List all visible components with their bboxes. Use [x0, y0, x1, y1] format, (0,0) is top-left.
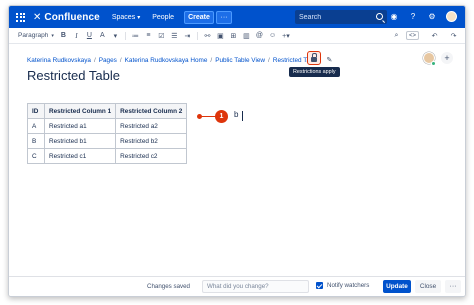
table-cell[interactable]: Restricted b2 [115, 133, 188, 149]
table-row: C Restricted c1 Restricted c2 [27, 148, 188, 164]
confluence-logo-icon: ✕ [33, 11, 42, 23]
table-icon[interactable]: ⊞ [230, 32, 237, 40]
save-status: Changes saved [147, 283, 190, 290]
paragraph-style-label: Paragraph [18, 32, 49, 39]
indent-icon[interactable]: ⇥ [184, 32, 191, 40]
confluence-logo[interactable]: ✕ Confluence [33, 12, 100, 23]
notify-watchers-checkbox[interactable]: Notify watchers [316, 282, 369, 289]
chevron-down-icon: ▾ [137, 14, 141, 21]
nav-spaces-label: Spaces [111, 13, 136, 21]
table-cell[interactable]: Restricted a2 [115, 118, 188, 134]
breadcrumb: Katerina Rudkovskaya / Pages / Katerina … [27, 56, 333, 65]
table-header-cell[interactable]: Restricted Column 1 [43, 103, 117, 119]
numbered-list-icon[interactable]: ≡ [145, 32, 152, 39]
top-navigation: ✕ Confluence Spaces ▾ People Create ··· … [9, 6, 465, 28]
online-status-badge [431, 61, 436, 66]
breadcrumb-item[interactable]: Katerina Rudkovskaya [27, 57, 91, 64]
annotation-badge: 1 [215, 110, 228, 123]
chevron-down-icon: ▾ [51, 32, 54, 39]
search-box[interactable] [295, 10, 387, 24]
checkbox-checked-icon[interactable] [316, 282, 323, 289]
table-cell[interactable]: Restricted c1 [43, 148, 117, 164]
code-button[interactable]: <> [405, 31, 419, 40]
version-comment-input[interactable] [202, 280, 309, 293]
breadcrumb-separator: / [268, 56, 270, 64]
create-more-button[interactable]: ··· [216, 10, 233, 24]
settings-icon[interactable]: ⚙ [427, 12, 437, 22]
breadcrumb-separator: / [119, 56, 122, 64]
nav-people-label: People [152, 13, 175, 21]
table-row: B Restricted b1 Restricted b2 [27, 133, 188, 149]
more-formatting-icon[interactable]: ▾ [112, 32, 119, 40]
underline-button[interactable]: U [86, 32, 93, 39]
mention-icon[interactable]: @ [256, 32, 263, 39]
breadcrumb-separator: / [210, 56, 213, 64]
table-cell[interactable]: A [27, 118, 45, 134]
text-color-button[interactable]: A [99, 32, 106, 39]
table-cell[interactable]: Restricted a1 [43, 118, 117, 134]
search-icon[interactable] [376, 13, 383, 20]
restrictions-tooltip: Restrictions apply [289, 67, 340, 77]
align-icon[interactable]: ☰ [171, 32, 178, 40]
nav-spaces[interactable]: Spaces ▾ [112, 14, 140, 21]
notify-watchers-label: Notify watchers [327, 282, 370, 289]
link-icon[interactable]: ⚯ [204, 32, 211, 40]
table-cell[interactable]: Restricted c2 [115, 148, 188, 164]
insert-more-icon[interactable]: +▾ [282, 32, 290, 40]
browser-frame: ✕ Confluence Spaces ▾ People Create ··· … [8, 5, 466, 297]
help-icon[interactable]: ? [408, 12, 418, 22]
editor-typed-text[interactable]: b [234, 110, 238, 119]
toolbar-divider [124, 31, 126, 40]
search-input[interactable] [299, 13, 371, 21]
restricted-table: ID Restricted Column 1 Restricted Column… [27, 103, 188, 164]
app-name: Confluence [44, 11, 100, 23]
find-icon[interactable]: ⌕ [393, 32, 400, 40]
text-cursor [242, 111, 243, 121]
emoji-icon[interactable]: ☺ [269, 32, 276, 39]
table-cell[interactable]: C [27, 148, 45, 164]
more-options-button[interactable]: ··· [445, 280, 461, 293]
breadcrumb-separator: / [93, 56, 96, 64]
restrictions-button[interactable] [307, 51, 321, 65]
breadcrumb-item[interactable]: Katerina Rudkovskaya Home [125, 57, 208, 64]
lock-icon [311, 53, 317, 62]
toolbar-right-group: ⌕ <> ↶ ↷ [387, 31, 457, 40]
table-header-row: ID Restricted Column 1 Restricted Column… [27, 103, 188, 119]
annotation-line [200, 116, 216, 117]
toolbar-divider [196, 31, 198, 40]
nav-icon-group: ◉ ? ⚙ [389, 11, 457, 22]
breadcrumb-item[interactable]: Pages [99, 57, 117, 64]
apps-grid-icon[interactable] [16, 12, 25, 22]
editor-toolbar: Paragraph ▾ B I U A ▾ ≔ ≡ ☑ ☰ ⇥ ⚯ ▣ ⊞ ▥ … [9, 28, 465, 44]
italic-button[interactable]: I [73, 32, 80, 40]
undo-icon[interactable]: ↶ [431, 32, 438, 40]
notifications-icon[interactable]: ◉ [389, 12, 399, 22]
redo-icon[interactable]: ↷ [450, 32, 457, 40]
create-button[interactable]: Create [184, 10, 215, 24]
layout-icon[interactable]: ▥ [243, 32, 250, 40]
bold-button[interactable]: B [60, 32, 67, 39]
task-list-icon[interactable]: ☑ [158, 32, 165, 40]
avatar[interactable] [446, 11, 457, 22]
bullet-list-icon[interactable]: ≔ [132, 32, 139, 40]
image-icon[interactable]: ▣ [217, 32, 224, 40]
editor-bottom-bar: Changes saved Notify watchers Update Clo… [9, 276, 465, 296]
paragraph-style-dropdown[interactable]: Paragraph ▾ [18, 32, 54, 39]
update-button[interactable]: Update [383, 280, 411, 293]
table-header-cell[interactable]: Restricted Column 2 [115, 103, 188, 119]
table-header-cell[interactable]: ID [27, 103, 45, 119]
table-cell[interactable]: Restricted b1 [43, 133, 117, 149]
table-row: A Restricted a1 Restricted a2 [27, 118, 188, 134]
label-icon[interactable]: ✎ [327, 56, 333, 64]
page-title[interactable]: Restricted Table [27, 68, 120, 83]
nav-people[interactable]: People [152, 14, 174, 21]
table-cell[interactable]: B [27, 133, 45, 149]
close-button[interactable]: Close [415, 280, 441, 293]
add-collaborator-button[interactable]: + [441, 52, 453, 64]
breadcrumb-item[interactable]: Public Table View [215, 57, 265, 64]
